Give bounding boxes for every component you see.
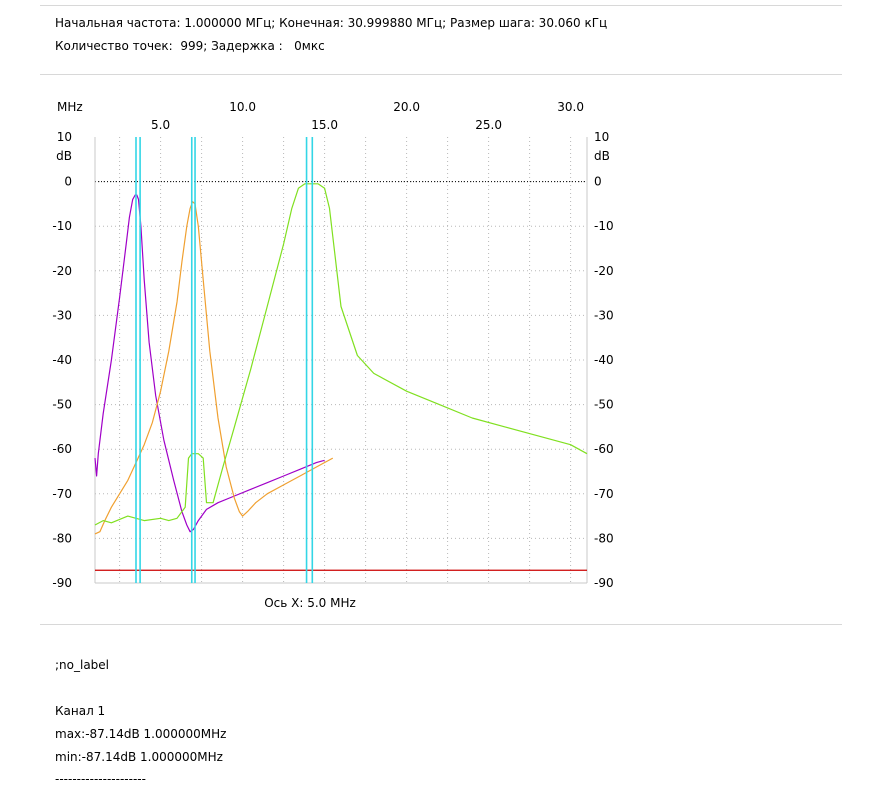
chart-divider xyxy=(40,624,842,625)
x-tick-label-upper: 20.0 xyxy=(393,100,420,114)
footer-separator: --------------------- xyxy=(55,772,146,786)
y-tick-label-left: 0 xyxy=(64,175,72,189)
x-tick-label-lower: 5.0 xyxy=(151,118,170,132)
series-line-3 xyxy=(94,183,588,526)
y-tick-label-left: -80 xyxy=(52,531,72,545)
y-tick-label-right: -30 xyxy=(594,308,614,322)
y-unit-label-right: dB xyxy=(594,149,610,163)
y-unit-label-left: dB xyxy=(56,149,72,163)
y-tick-label-left: 10 xyxy=(57,130,72,144)
x-axis-label: Ось X: 5.0 MHz xyxy=(264,596,356,610)
chart-grid xyxy=(95,137,587,583)
x-tick-label-lower: 25.0 xyxy=(475,118,502,132)
x-tick-label-upper: 30.0 xyxy=(557,100,584,114)
channel-max: max:-87.14dB 1.000000MHz xyxy=(55,727,227,741)
y-tick-label-left: -10 xyxy=(52,219,72,233)
y-tick-label-right: -90 xyxy=(594,576,614,590)
y-tick-label-right: -20 xyxy=(594,264,614,278)
x-unit-label: MHz xyxy=(57,100,83,114)
chart-axes xyxy=(94,137,588,584)
y-tick-label-left: -60 xyxy=(52,442,72,456)
y-tick-label-left: -70 xyxy=(52,487,72,501)
chart-series xyxy=(94,183,588,535)
y-tick-label-left: -40 xyxy=(52,353,72,367)
x-tick-label-upper: 10.0 xyxy=(229,100,256,114)
y-tick-label-right: -70 xyxy=(594,487,614,501)
chart-markers xyxy=(135,137,314,583)
trace-label: ;no_label xyxy=(55,658,110,672)
y-tick-label-right: -50 xyxy=(594,398,614,412)
y-tick-label-left: -90 xyxy=(52,576,72,590)
y-tick-label-right: -10 xyxy=(594,219,614,233)
y-tick-label-right: -60 xyxy=(594,442,614,456)
series-line-2 xyxy=(94,201,334,535)
y-tick-label-left: -30 xyxy=(52,308,72,322)
channel-title: Канал 1 xyxy=(55,704,106,718)
y-tick-label-right: -40 xyxy=(594,353,614,367)
y-tick-label-right: 10 xyxy=(594,130,609,144)
channel-min: min:-87.14dB 1.000000MHz xyxy=(55,750,223,764)
y-tick-label-right: 0 xyxy=(594,175,602,189)
y-tick-label-right: -80 xyxy=(594,531,614,545)
y-tick-label-left: -20 xyxy=(52,264,72,278)
x-tick-label-lower: 15.0 xyxy=(311,118,338,132)
frequency-response-chart: 10 10 0 0 -10 -10 -20 -20 -30 -30 -40 -40 -50 -50 -60 -… xyxy=(52,100,614,610)
y-tick-label-left: -50 xyxy=(52,398,72,412)
